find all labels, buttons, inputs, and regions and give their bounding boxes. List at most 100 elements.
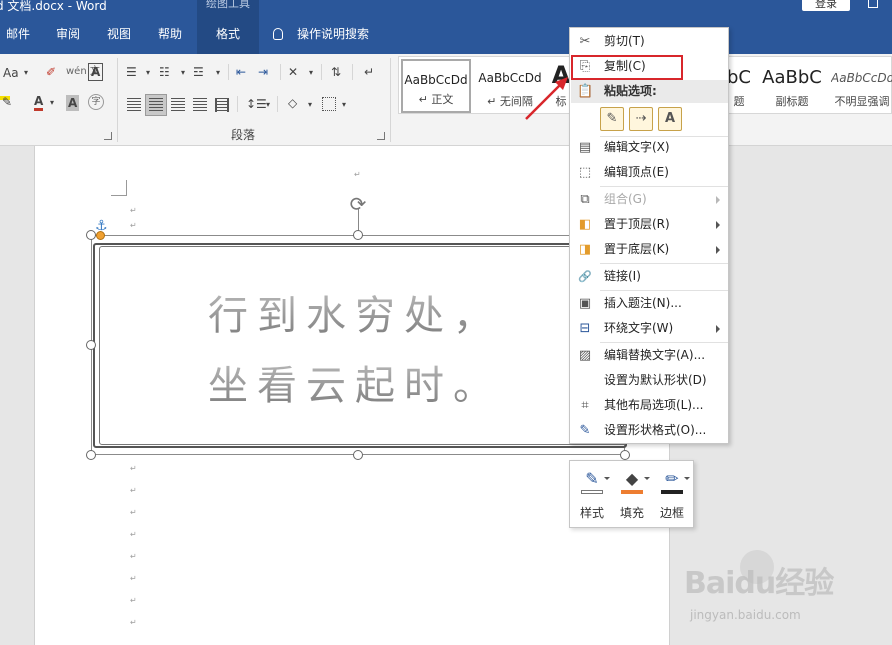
clear-formatting-icon[interactable]: ✐ (46, 64, 56, 80)
tab-mailings[interactable]: 邮件 (6, 14, 30, 54)
style-name: ↵ 正文 (418, 93, 454, 106)
paragraph-dialog-launcher-icon[interactable] (377, 132, 385, 140)
login-button[interactable]: 登录 (802, 0, 850, 11)
caption-icon: ▣ (578, 296, 592, 311)
separator (352, 64, 353, 80)
style-subtitle[interactable]: AaBbC 副标题 (759, 59, 825, 113)
menu-item-edit-points[interactable]: ⬚ 编辑顶点(E) (571, 160, 728, 185)
resize-handle-bottom-right[interactable] (620, 450, 630, 460)
line-spacing-icon[interactable]: ↕☰ (246, 96, 267, 112)
adjust-handle[interactable] (96, 231, 105, 240)
resize-handle-bottom-left[interactable] (86, 450, 96, 460)
style-normal[interactable]: AaBbCcDd ↵ 正文 (401, 59, 471, 113)
style-heading-title[interactable]: bC 题 (727, 59, 751, 113)
menu-item-label: 设置形状格式(O)... (604, 423, 707, 437)
show-formatting-marks-icon[interactable]: ↵ (364, 64, 374, 80)
align-left-icon[interactable] (127, 98, 141, 112)
style-subtle-emphasis[interactable]: AaBbCcDd 不明显强调 (831, 59, 892, 113)
tab-view[interactable]: 视图 (107, 14, 131, 54)
dropdown-arrow-icon (644, 477, 650, 480)
numbering-icon[interactable]: ☷ (159, 64, 170, 80)
outline-color-bar (661, 490, 683, 494)
rotate-handle-icon[interactable]: ⟳ (346, 192, 370, 216)
dropdown-arrow-icon[interactable]: ▾ (266, 97, 270, 113)
copy-highlight-box (571, 55, 683, 80)
resize-handle-top[interactable] (353, 230, 363, 240)
shading-bucket-icon[interactable]: ◇ (288, 95, 297, 111)
resize-handle-top-left[interactable] (86, 230, 96, 240)
tell-me-search[interactable]: 操作说明搜索 (273, 14, 369, 54)
submenu-arrow-icon (716, 221, 720, 229)
dropdown-arrow-icon[interactable]: ▾ (216, 65, 220, 81)
menu-item-more-layout-options[interactable]: ⌗ 其他布局选项(L)... (571, 393, 728, 418)
dropdown-arrow-icon[interactable]: ▾ (181, 65, 185, 81)
chinese-layout-icon[interactable]: ✕ (288, 64, 298, 80)
menu-item-edit-text[interactable]: ▤ 编辑文字(X) (571, 135, 728, 160)
menu-item-label: 置于底层(K) (604, 242, 670, 256)
menu-item-cut[interactable]: ✂ 剪切(T) (571, 29, 728, 54)
menu-item-label: 编辑替换文字(A)... (604, 348, 706, 362)
decrease-indent-icon[interactable]: ⇤ (236, 64, 246, 80)
bullets-icon[interactable]: ☰ (126, 64, 137, 80)
layout-options-icon: ⌗ (581, 398, 589, 413)
poem-line-2: 坐看云起时。 (208, 351, 628, 421)
enclose-characters-button[interactable]: 字 (88, 94, 104, 110)
dropdown-arrow-icon (684, 477, 690, 480)
window-title: d 文档.docx - Word (0, 0, 107, 13)
watermark-logo-text: Baidu经验 (684, 566, 834, 601)
align-right-icon[interactable] (171, 98, 185, 112)
submenu-arrow-icon (716, 196, 720, 204)
paragraph-mark: ↵ (354, 170, 361, 179)
menu-item-insert-caption[interactable]: ▣ 插入题注(N)... (571, 291, 728, 316)
resize-handle-bottom[interactable] (353, 450, 363, 460)
font-color-button[interactable]: A (34, 95, 44, 111)
sort-icon[interactable]: ⇅ (331, 64, 341, 80)
paragraph-mark: ↵ (130, 508, 137, 517)
dropdown-arrow-icon[interactable]: ▾ (24, 65, 28, 81)
textbox-content[interactable]: 行到水穷处， 坐看云起时。 (208, 281, 628, 421)
dropdown-arrow-icon[interactable]: ▾ (342, 97, 346, 113)
tab-review[interactable]: 审阅 (56, 14, 80, 54)
paste-text-only-icon[interactable]: A (658, 107, 682, 131)
menu-item-wrap-text[interactable]: ⊟ 环绕文字(W) (571, 316, 728, 341)
multilevel-list-icon[interactable]: ☲ (193, 64, 204, 80)
separator (228, 64, 229, 80)
dropdown-arrow-icon[interactable]: ▾ (309, 65, 313, 81)
mini-toolbar-label: 边框 (659, 506, 684, 520)
menu-item-bring-to-front[interactable]: ◧ 置于顶层(R) (571, 212, 728, 237)
context-menu: ✂ 剪切(T) ⎘ 复制(C) 📋 粘贴选项: ✎ ⇢ A ▤ 编辑文字(X) … (569, 27, 729, 444)
paragraph-mark: ↵ (130, 206, 137, 215)
shape-fill-button[interactable]: ◆ 填充 (614, 465, 650, 525)
tell-me-label: 操作说明搜索 (297, 27, 370, 41)
dropdown-arrow-icon[interactable]: ▾ (308, 97, 312, 113)
shape-style-button[interactable]: ✎ 样式 (574, 465, 610, 525)
character-border-button[interactable]: A (88, 63, 104, 81)
link-icon: 🔗 (578, 270, 592, 283)
menu-item-link[interactable]: 🔗 链接(I) (571, 264, 728, 289)
distributed-icon[interactable] (215, 98, 229, 112)
menu-item-format-shape[interactable]: ✎ 设置形状格式(O)... (571, 418, 728, 443)
font-dialog-launcher-icon[interactable] (104, 132, 112, 140)
tab-format[interactable]: 格式 (197, 14, 259, 54)
tab-help[interactable]: 帮助 (158, 14, 182, 54)
align-center-button[interactable] (145, 94, 167, 116)
dropdown-arrow-icon[interactable]: ▾ (50, 95, 54, 111)
character-shading-button[interactable]: A (66, 95, 80, 111)
increase-indent-icon[interactable]: ⇥ (258, 64, 268, 80)
change-case-button[interactable]: Aa (3, 65, 19, 81)
menu-item-label: 编辑顶点(E) (604, 165, 669, 179)
borders-icon[interactable] (322, 97, 336, 111)
paste-keep-source-icon[interactable]: ✎ (600, 107, 624, 131)
paragraph-mark: ↵ (130, 618, 137, 627)
dropdown-arrow-icon[interactable]: ▾ (146, 65, 150, 81)
restore-window-icon[interactable] (868, 0, 878, 8)
justify-icon[interactable] (193, 98, 207, 112)
highlighter-icon[interactable]: ✎ (2, 94, 12, 110)
paste-picture-icon[interactable]: ⇢ (629, 107, 653, 131)
menu-item-edit-alt-text[interactable]: ▨ 编辑替换文字(A)... (571, 343, 728, 368)
resize-handle-left[interactable] (86, 340, 96, 350)
menu-item-send-to-back[interactable]: ◨ 置于底层(K) (571, 237, 728, 262)
edit-text-icon: ▤ (578, 140, 592, 155)
shape-outline-button[interactable]: ✏ 边框 (654, 465, 690, 525)
menu-item-set-default-shape[interactable]: 设置为默认形状(D) (571, 368, 728, 393)
